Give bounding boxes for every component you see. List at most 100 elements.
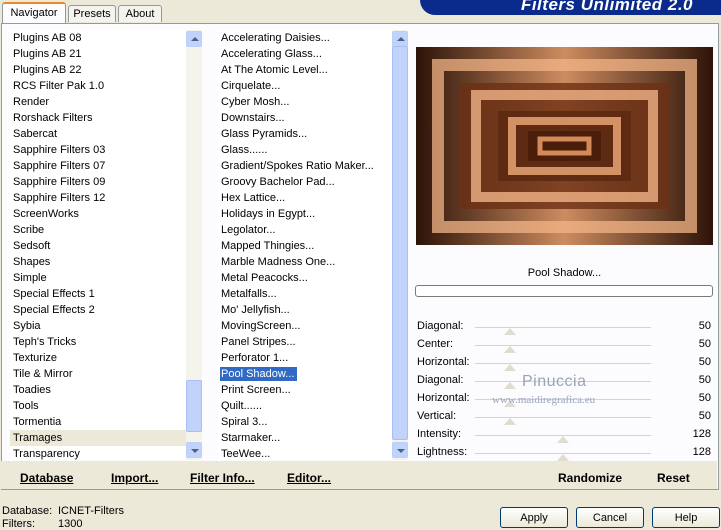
filter-item[interactable]: Spiral 3...	[218, 414, 392, 430]
slider-track[interactable]	[475, 327, 651, 328]
cancel-button[interactable]: Cancel	[576, 507, 644, 528]
filter-item[interactable]: Glass......	[218, 142, 392, 158]
tab-about[interactable]: About	[118, 5, 162, 22]
randomize-button[interactable]: Randomize	[558, 471, 622, 485]
filter-item[interactable]: Accelerating Glass...	[218, 46, 392, 62]
category-item[interactable]: Tools	[10, 398, 186, 414]
slider-track[interactable]	[475, 417, 651, 418]
category-item[interactable]: Render	[10, 94, 186, 110]
category-item[interactable]: Texturize	[10, 350, 186, 366]
filter-item[interactable]: Quilt......	[218, 398, 392, 414]
slider-thumb[interactable]	[504, 418, 517, 425]
category-item[interactable]: Tile & Mirror	[10, 366, 186, 382]
filter-item[interactable]: MovingScreen...	[218, 318, 392, 334]
category-item[interactable]: Special Effects 2	[10, 302, 186, 318]
category-item[interactable]: Sabercat	[10, 126, 186, 142]
filter-item-label: MovingScreen...	[221, 320, 301, 332]
category-item[interactable]: Tramages	[10, 430, 186, 446]
filter-item[interactable]: Pool Shadow...	[218, 366, 392, 382]
slider-label: Diagonal:	[417, 374, 464, 386]
filter-item[interactable]: Cirquelate...	[218, 78, 392, 94]
database-button[interactable]: Database	[20, 471, 73, 485]
filter-item[interactable]: At The Atomic Level...	[218, 62, 392, 78]
category-scroll-up-icon[interactable]	[186, 31, 202, 47]
category-item[interactable]: ScreenWorks	[10, 206, 186, 222]
filter-item[interactable]: Metal Peacocks...	[218, 270, 392, 286]
slider-label: Intensity:	[417, 428, 462, 440]
slider-thumb[interactable]	[504, 382, 517, 389]
category-item[interactable]: Sapphire Filters 09	[10, 174, 186, 190]
tab-presets[interactable]: Presets	[68, 5, 116, 22]
filter-item[interactable]: Accelerating Daisies...	[218, 30, 392, 46]
category-item-label: Transparency	[13, 448, 80, 460]
category-scrollbar[interactable]	[186, 30, 202, 460]
category-item-label: Tormentia	[13, 416, 62, 428]
slider-thumb[interactable]	[504, 364, 517, 371]
slider-thumb[interactable]	[557, 436, 569, 443]
help-button[interactable]: Help	[652, 507, 720, 528]
category-item[interactable]: Toadies	[10, 382, 186, 398]
category-list[interactable]: Plugins AB 08 Plugins AB 21 Plugins AB 22 R…	[10, 30, 186, 460]
filter-item[interactable]: Downstairs...	[218, 110, 392, 126]
category-item[interactable]: Sapphire Filters 12	[10, 190, 186, 206]
database-status-label: Database:	[2, 505, 53, 517]
category-item[interactable]: Rorshack Filters	[10, 110, 186, 126]
filter-item[interactable]: Holidays in Egypt...	[218, 206, 392, 222]
category-item[interactable]: Shapes	[10, 254, 186, 270]
filter-scroll-thumb[interactable]	[392, 46, 408, 440]
filter-item[interactable]: TeeWee...	[218, 446, 392, 460]
slider-track[interactable]	[475, 363, 651, 364]
category-item-label: Sapphire Filters 09	[13, 176, 106, 188]
category-item[interactable]: Simple	[10, 270, 186, 286]
category-item[interactable]: Transparency	[10, 446, 186, 460]
slider-track[interactable]	[475, 345, 651, 346]
slider-thumb[interactable]	[557, 454, 569, 461]
reset-button[interactable]: Reset	[657, 471, 690, 485]
filter-item-label: Panel Stripes...	[221, 336, 296, 348]
category-item[interactable]: Sapphire Filters 07	[10, 158, 186, 174]
category-item-label: Rorshack Filters	[13, 112, 93, 124]
filter-item[interactable]: Glass Pyramids...	[218, 126, 392, 142]
tab-navigator[interactable]: Navigator	[2, 2, 66, 23]
category-item[interactable]: Sapphire Filters 03	[10, 142, 186, 158]
filter-item[interactable]: Print Screen...	[218, 382, 392, 398]
category-item[interactable]: RCS Filter Pak 1.0	[10, 78, 186, 94]
category-item[interactable]: Teph's Tricks	[10, 334, 186, 350]
filter-item[interactable]: Hex Lattice...	[218, 190, 392, 206]
slider-thumb[interactable]	[504, 328, 517, 335]
filter-list[interactable]: Accelerating Daisies... Accelerating Glas…	[218, 30, 392, 460]
category-item[interactable]: Tormentia	[10, 414, 186, 430]
filter-item-label: Starmaker...	[221, 432, 281, 444]
filter-item-label: Mapped Thingies...	[221, 240, 315, 252]
apply-button[interactable]: Apply	[500, 507, 568, 528]
category-item[interactable]: Special Effects 1	[10, 286, 186, 302]
filter-item[interactable]: Cyber Mosh...	[218, 94, 392, 110]
filter-item[interactable]: Mapped Thingies...	[218, 238, 392, 254]
category-item[interactable]: Plugins AB 21	[10, 46, 186, 62]
filter-item[interactable]: Panel Stripes...	[218, 334, 392, 350]
filter-item[interactable]: Gradient/Spokes Ratio Maker...	[218, 158, 392, 174]
category-item[interactable]: Plugins AB 08	[10, 30, 186, 46]
filter-item[interactable]: Marble Madness One...	[218, 254, 392, 270]
filter-item[interactable]: Groovy Bachelor Pad...	[218, 174, 392, 190]
filter-item[interactable]: Perforator 1...	[218, 350, 392, 366]
category-item-label: Scribe	[13, 224, 45, 236]
filter-item[interactable]: Starmaker...	[218, 430, 392, 446]
filter-item[interactable]: Legolator...	[218, 222, 392, 238]
slider-thumb[interactable]	[504, 346, 517, 353]
filter-item[interactable]: Mo' Jellyfish...	[218, 302, 392, 318]
category-item[interactable]: Sybia	[10, 318, 186, 334]
import-button[interactable]: Import...	[111, 471, 158, 485]
editor-button[interactable]: Editor...	[287, 471, 331, 485]
category-scroll-thumb[interactable]	[186, 380, 202, 432]
filter-item[interactable]: Metalfalls...	[218, 286, 392, 302]
category-scroll-down-icon[interactable]	[186, 442, 202, 458]
preview-filter-name: Pool Shadow...	[527, 267, 602, 279]
filter-info-button[interactable]: Filter Info...	[190, 471, 255, 485]
category-item[interactable]: Sedsoft	[10, 238, 186, 254]
category-item[interactable]: Scribe	[10, 222, 186, 238]
filter-scroll-down-icon[interactable]	[392, 442, 408, 458]
category-item[interactable]: Plugins AB 22	[10, 62, 186, 78]
filter-scrollbar[interactable]	[392, 30, 408, 460]
filter-scroll-up-icon[interactable]	[392, 31, 408, 47]
